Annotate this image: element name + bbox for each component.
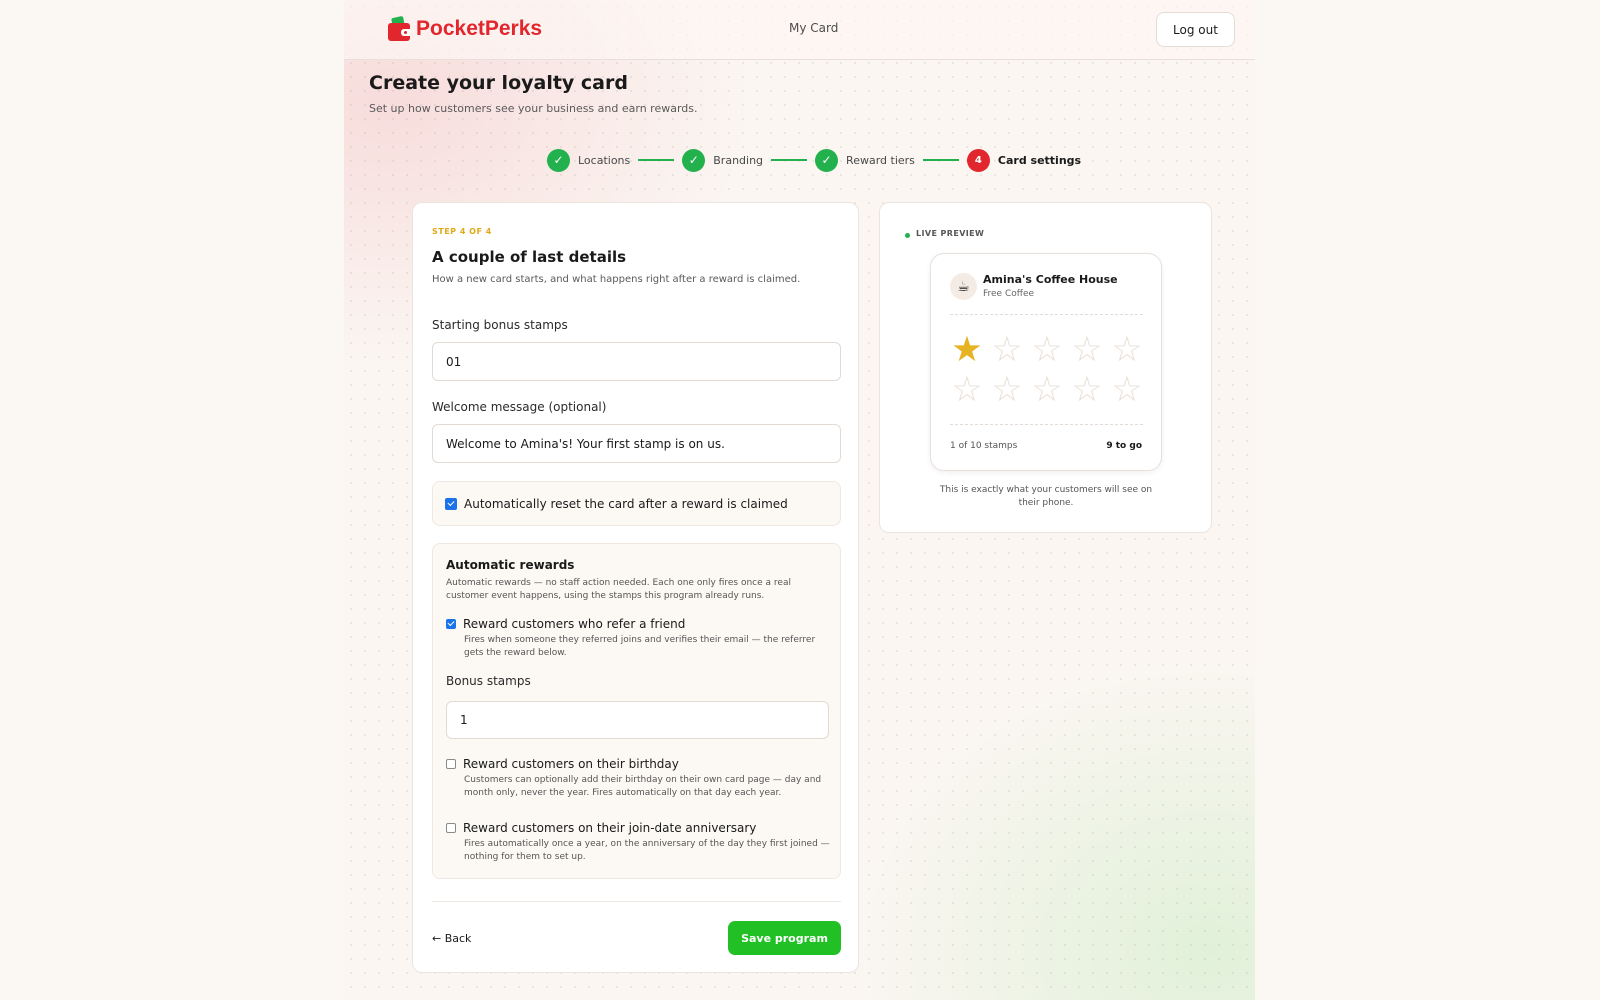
birthday-label: Reward customers on their birthday [463,757,679,771]
step-label: Locations [578,153,631,167]
referral-description: Fires when someone they referred joins a… [464,635,816,658]
check-icon: ✓ [547,148,570,172]
bonus-stamps-label: Bonus stamps [446,674,531,688]
loyalty-card-preview: ☕ Amina's Coffee House Free Coffee ★ ☆ ☆ ☆ ☆… [930,253,1162,471]
bonus-stamps-input[interactable] [446,701,829,739]
star-empty-icon: ☆ [1071,330,1103,370]
starting-bonus-label: Starting bonus stamps [432,318,568,332]
save-program-button[interactable]: Save program [728,921,841,955]
birthday-option[interactable]: Reward customers on their birthday [446,757,679,771]
star-empty-icon: ☆ [991,330,1023,370]
logo-text: PocketPerks [416,17,543,40]
step-label: Reward tiers [846,153,915,167]
form-divider [432,901,841,902]
nav-my-card-link[interactable]: My Card [789,21,838,35]
form-title: A couple of last details [432,248,627,266]
star-empty-icon: ☆ [951,370,983,410]
live-preview-card: LIVE PREVIEW ☕ Amina's Coffee House Free… [879,202,1212,533]
settings-form-card: STEP 4 OF 4 A couple of last details How… [412,202,859,973]
referral-checkbox[interactable] [446,619,456,629]
stamp-grid: ★ ☆ ☆ ☆ ☆ ☆ ☆ ☆ ☆ ☆ [947,330,1147,410]
automatic-rewards-description: Automatic rewards — no staff action need… [446,578,791,601]
star-empty-icon: ☆ [1111,330,1143,370]
step-reward-tiers[interactable]: ✓ Reward tiers [815,148,915,172]
anniversary-option[interactable]: Reward customers on their join-date anni… [446,821,756,835]
auto-reset-checkbox[interactable] [445,497,457,510]
step-label: Branding [713,153,764,167]
anniversary-checkbox[interactable] [446,823,456,833]
page-canvas: PocketPerks My Card Log out Create your … [344,0,1255,1000]
auto-reset-label: Automatically reset the card after a rew… [464,496,788,511]
logo[interactable]: PocketPerks [388,15,543,41]
anniversary-label: Reward customers on their join-date anni… [463,821,757,835]
step-indicator: STEP 4 OF 4 [432,227,492,236]
automatic-rewards-section: Automatic rewards Automatic rewards — no… [432,543,841,879]
step-number-badge: 4 [966,148,990,172]
check-icon: ✓ [815,148,839,172]
page-title: Create your loyalty card [369,72,628,94]
form-description: How a new card starts, and what happens … [432,274,801,285]
wallet-logo-icon [388,15,410,41]
stamps-to-go: 9 to go [1106,441,1142,451]
card-divider [950,314,1143,315]
auto-reset-option[interactable]: Automatically reset the card after a rew… [432,481,841,526]
top-header: PocketPerks My Card Log out [344,0,1255,60]
star-empty-icon: ☆ [1071,370,1103,410]
page-subtitle: Set up how customers see your business a… [369,102,698,115]
step-connector [638,159,675,161]
stamp-count: 1 of 10 stamps [950,441,1018,451]
welcome-message-input[interactable] [432,424,841,463]
step-connector [771,159,808,161]
back-link[interactable]: ← Back [432,932,471,945]
referral-option[interactable]: Reward customers who refer a friend [446,617,685,631]
check-icon: ✓ [682,148,706,172]
live-preview-label: LIVE PREVIEW [916,229,985,238]
welcome-message-label: Welcome message (optional) [432,400,607,414]
star-empty-icon: ☆ [1031,330,1063,370]
anniversary-description: Fires automatically once a year, on the … [464,839,830,862]
business-name: Amina's Coffee House [983,273,1118,286]
star-empty-icon: ☆ [1031,370,1063,410]
step-branding[interactable]: ✓ Branding [682,148,764,172]
birthday-description: Customers can optionally add their birth… [464,775,822,798]
birthday-checkbox[interactable] [446,759,456,769]
step-label: Card settings [997,153,1082,167]
step-locations[interactable]: ✓ Locations [547,148,631,172]
star-empty-icon: ☆ [991,370,1023,410]
automatic-rewards-title: Automatic rewards [446,558,575,572]
starting-bonus-input[interactable] [432,342,841,381]
logout-button[interactable]: Log out [1156,12,1235,47]
reward-name: Free Coffee [983,289,1035,299]
star-empty-icon: ☆ [1111,370,1143,410]
progress-stepper: ✓ Locations ✓ Branding ✓ Reward tiers 4 … [547,148,1081,172]
card-divider [950,424,1143,425]
coffee-cup-icon: ☕ [950,273,977,300]
step-card-settings[interactable]: 4 Card settings [966,148,1082,172]
star-filled-icon: ★ [951,330,983,370]
preview-caption: This is exactly what your customers will… [939,485,1153,508]
step-connector [922,159,959,161]
live-indicator-dot [905,233,910,238]
referral-label: Reward customers who refer a friend [463,617,686,631]
